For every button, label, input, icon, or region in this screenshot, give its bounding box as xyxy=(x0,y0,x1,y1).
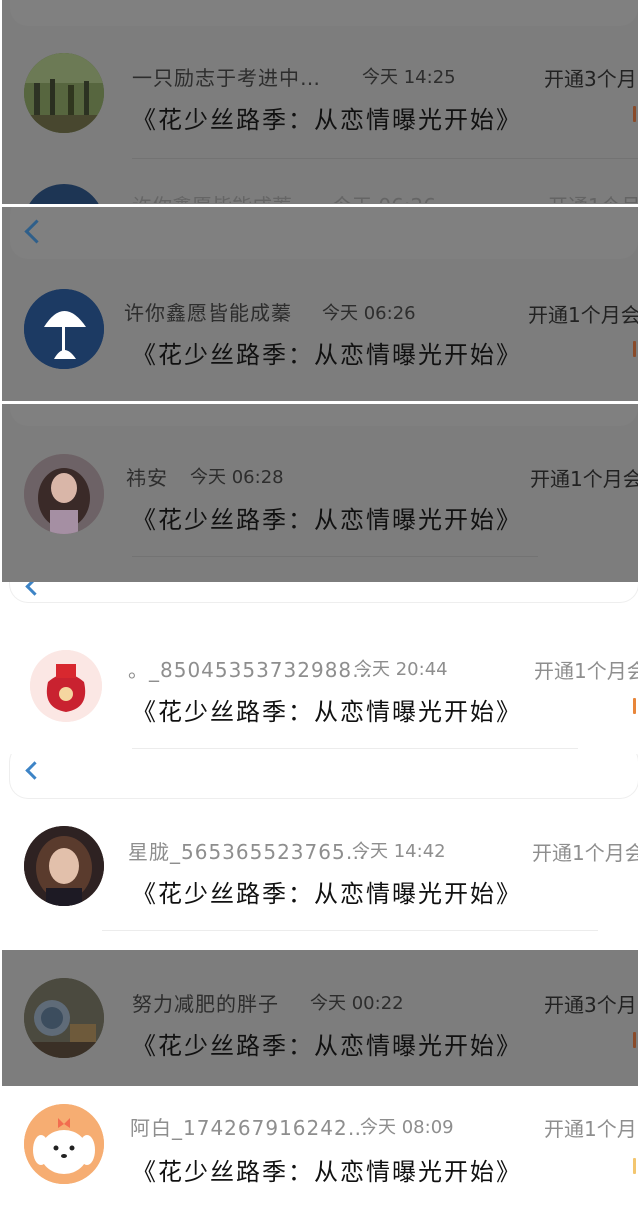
avatar[interactable] xyxy=(24,184,104,204)
screenshot-strip-2: 许你鑫愿皆能成蓁 今天 06:26 开通1个月会 《花少丝路季：从恋情曝光开始》 xyxy=(2,207,638,401)
avatar[interactable] xyxy=(24,454,104,534)
timestamp: 今天 06:26 xyxy=(322,303,416,324)
avatar-image-girl xyxy=(24,454,104,534)
avatar[interactable] xyxy=(30,650,102,722)
screenshot-strip-7: 阿白_174267916242… 今天 08:09 开通1个月 《花少丝路季：从… xyxy=(2,1088,638,1215)
screenshot-strip-3: 祎安 今天 06:28 开通1个月会 《花少丝路季：从恋情曝光开始》 xyxy=(2,404,638,582)
user-name: 一只励志于考进中… xyxy=(132,66,321,90)
subscription-label: 开通1个月会 xyxy=(530,467,638,491)
row-divider xyxy=(132,556,538,557)
screenshot-strip-4: 。_85045353732988… 今天 20:44 开通1个月会 《花少丝路季… xyxy=(2,582,638,752)
avatar-image-still-life xyxy=(24,978,104,1058)
avatar[interactable] xyxy=(24,289,104,369)
list-card xyxy=(10,0,638,26)
message-text: 《花少丝路季：从恋情曝光开始》 xyxy=(132,506,522,534)
timestamp: 今天 14:25 xyxy=(362,67,456,88)
user-name: 努力减肥的胖子 xyxy=(132,992,279,1016)
user-name: 星胧_565365523765… xyxy=(128,840,367,864)
timestamp: 今天 06:28 xyxy=(190,467,284,488)
row-divider xyxy=(102,930,598,931)
message-text: 《花少丝路季：从恋情曝光开始》 xyxy=(132,106,522,134)
avatar-image-lucky-bag xyxy=(30,650,102,722)
subscription-label: 开通1个月会 xyxy=(534,659,638,683)
list-card xyxy=(10,404,638,426)
avatar[interactable] xyxy=(24,978,104,1058)
subscription-label: 开通1个月 xyxy=(544,1117,637,1141)
avatar-image-portrait xyxy=(24,826,104,906)
ghost-row-subscription: 开通1个月 xyxy=(548,190,638,203)
avatar[interactable] xyxy=(24,53,104,133)
timestamp: 今天 14:42 xyxy=(352,841,446,862)
avatar[interactable] xyxy=(24,826,104,906)
ghost-row-time: 今天 06:26 xyxy=(332,190,436,203)
row-divider xyxy=(132,158,638,159)
nav-card xyxy=(10,207,638,259)
ghost-row-name: 许你鑫愿皆能成蓁 xyxy=(132,190,292,203)
edge-badge xyxy=(633,341,636,357)
avatar-image-umbrella xyxy=(24,289,104,369)
avatar-image-cartoon-dog xyxy=(24,1104,104,1184)
timestamp: 今天 08:09 xyxy=(360,1117,454,1138)
timestamp: 今天 20:44 xyxy=(354,659,448,680)
message-text: 《花少丝路季：从恋情曝光开始》 xyxy=(132,698,522,726)
subscription-label: 开通3个月 xyxy=(544,67,637,91)
message-text: 《花少丝路季：从恋情曝光开始》 xyxy=(132,1032,522,1060)
user-name: 。_85045353732988… xyxy=(128,658,374,682)
subscription-label: 开通1个月会 xyxy=(528,303,638,327)
subscription-label: 开通3个月 xyxy=(544,993,637,1017)
edge-badge xyxy=(633,698,636,714)
nav-card xyxy=(10,582,638,602)
edge-badge xyxy=(633,106,636,122)
user-name: 阿白_174267916242… xyxy=(130,1116,369,1140)
timestamp: 今天 00:22 xyxy=(310,993,404,1014)
user-name: 许你鑫愿皆能成蓁 xyxy=(124,301,292,325)
row-divider xyxy=(132,748,578,749)
subscription-label: 开通1个月会 xyxy=(532,841,638,865)
message-text: 《花少丝路季：从恋情曝光开始》 xyxy=(132,1158,522,1186)
message-text: 《花少丝路季：从恋情曝光开始》 xyxy=(132,341,522,369)
message-text: 《花少丝路季：从恋情曝光开始》 xyxy=(132,880,522,908)
edge-badge xyxy=(633,1158,636,1174)
avatar-image-forest xyxy=(24,53,104,133)
screenshot-strip-5: 星胧_565365523765… 今天 14:42 开通1个月会 《花少丝路季：… xyxy=(2,754,638,948)
avatar[interactable] xyxy=(24,1104,104,1184)
screenshot-strip-1: 一只励志于考进中… 今天 14:25 开通3个月 《花少丝路季：从恋情曝光开始》… xyxy=(2,0,638,204)
screenshot-strip-6: 努力减肥的胖子 今天 00:22 开通3个月 《花少丝路季：从恋情曝光开始》 xyxy=(2,950,638,1086)
edge-badge xyxy=(633,1032,636,1048)
user-name: 祎安 xyxy=(126,466,168,490)
nav-card xyxy=(10,754,638,798)
